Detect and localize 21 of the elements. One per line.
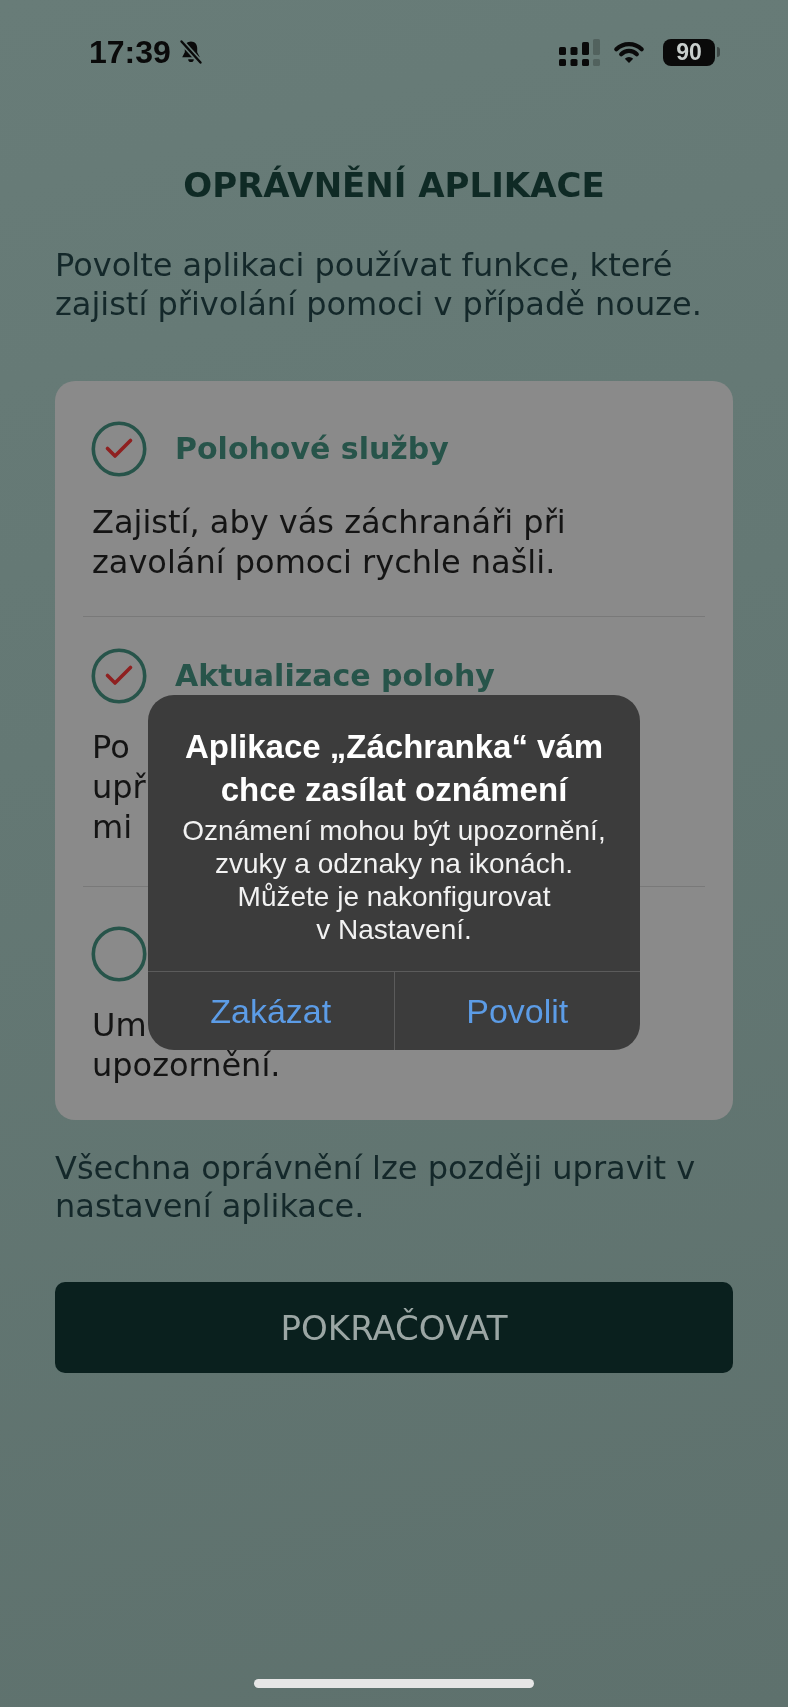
continue-button[interactable]: POKRAČOVAT xyxy=(55,1282,733,1373)
home-indicator[interactable] xyxy=(254,1679,534,1688)
permission-title: Polohové služby xyxy=(175,431,449,467)
permission-description: mi xyxy=(92,809,133,845)
settings-note: Všechna oprávnění lze později upravit v nastavení aplikace. xyxy=(55,1149,697,1225)
status-time: 17:39 xyxy=(89,34,171,70)
dialog-button[interactable]: Zakázat xyxy=(148,972,394,1050)
permission-description: Zajistí, aby vás záchranáři při zavolání pomoci rychle našli. xyxy=(92,502,567,582)
signal-icon xyxy=(559,38,600,66)
permission-description: Po xyxy=(92,729,130,765)
permission-description: upř xyxy=(92,769,146,805)
battery-percentage: 90 xyxy=(663,38,715,66)
permission-description: upozornění. xyxy=(92,1047,281,1083)
wifi-icon xyxy=(612,40,646,64)
intro-text: Povolte aplikaci používat funkce, které zajistí přivolání pomoci v případě nouze. xyxy=(55,246,703,324)
alert-title: Aplikace „Záchranka“ vám chce zasílat oznámení xyxy=(183,727,605,810)
dialog-button[interactable]: Povolit xyxy=(393,972,640,1050)
permission-description: Um xyxy=(92,1007,147,1043)
screen-title: OPRÁVNĚNÍ APLIKACE xyxy=(182,165,606,205)
permission-title: Aktualizace polohy xyxy=(175,658,495,694)
alert-message: Oznámení mohou být upozornění, zvuky a odznaky na ikonách. Můžete je nakonfigurovat v Nastavení. xyxy=(181,814,607,946)
